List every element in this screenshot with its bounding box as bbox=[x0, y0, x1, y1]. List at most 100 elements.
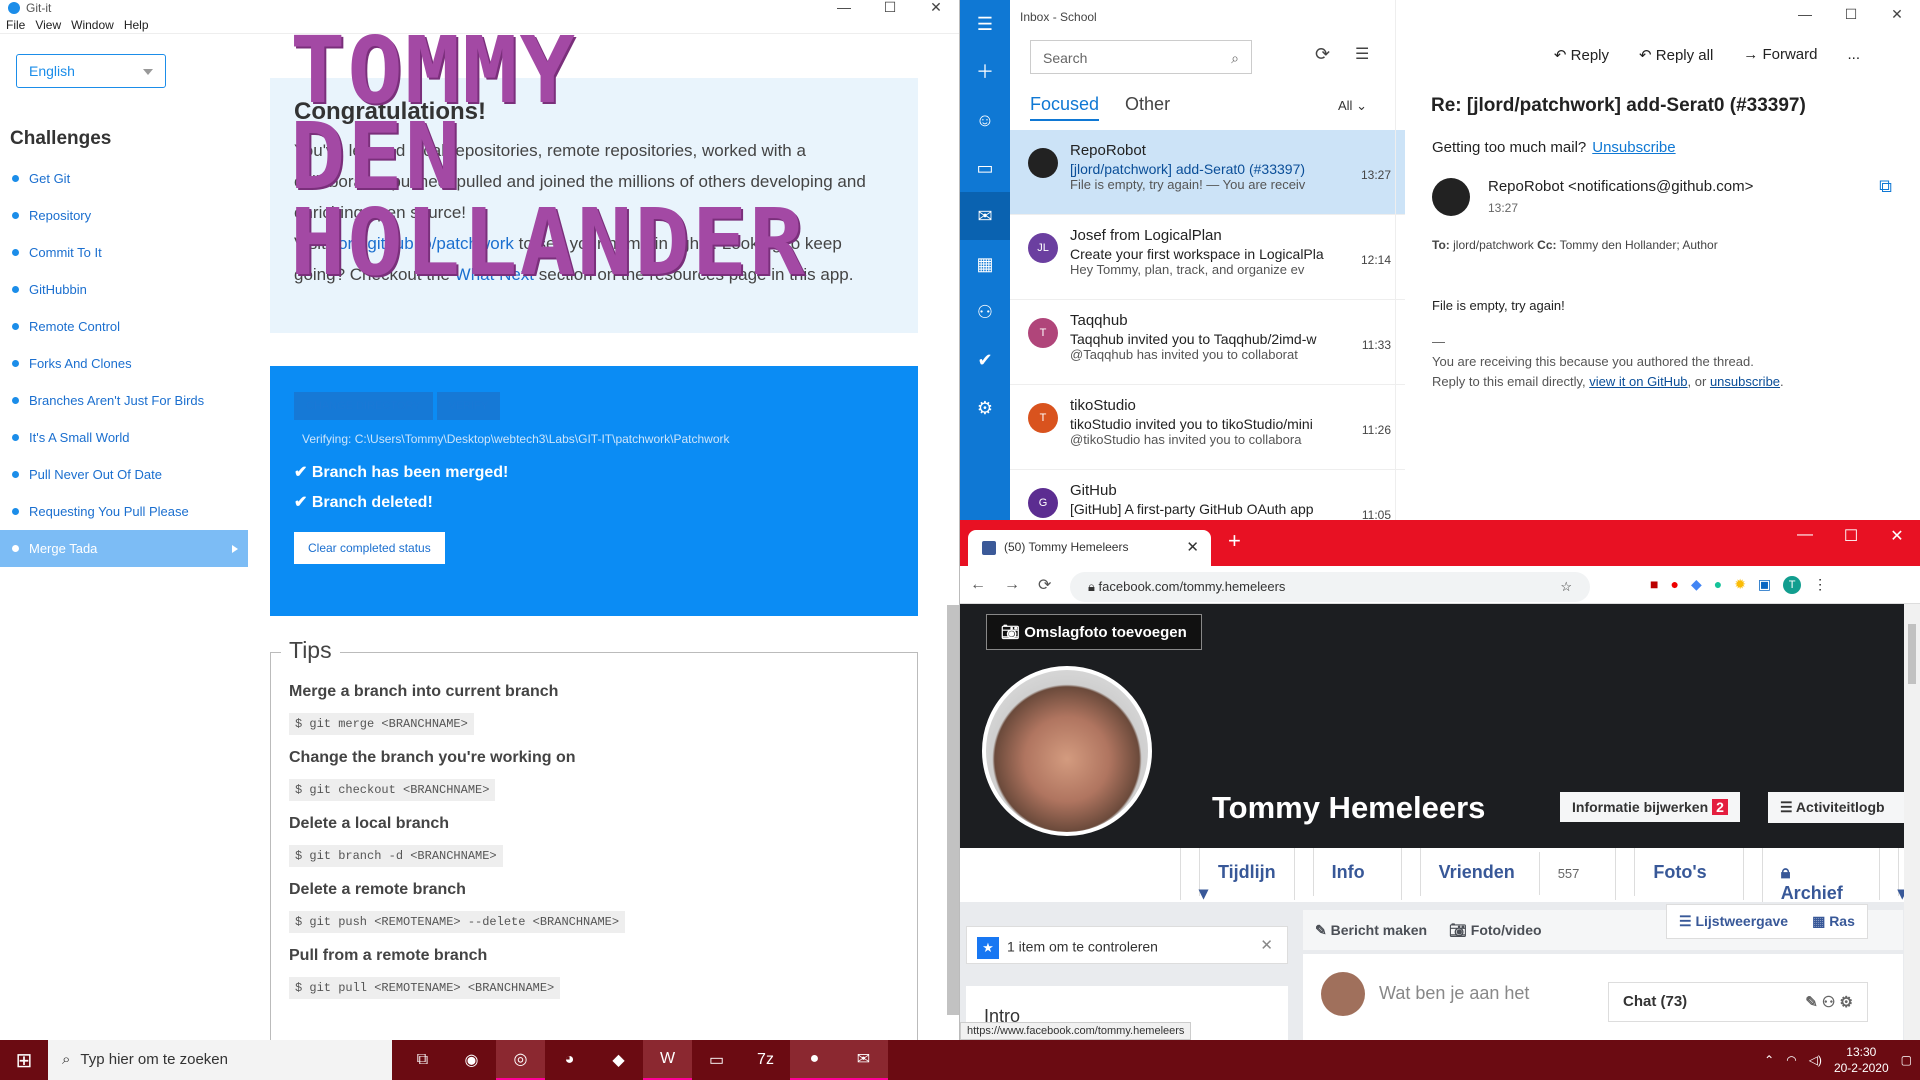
close-button[interactable]: ✕ bbox=[1874, 526, 1920, 546]
language-select[interactable]: English bbox=[16, 54, 166, 88]
sidebar-item-branches[interactable]: Branches Aren't Just For Birds bbox=[0, 382, 250, 419]
new-mail-icon[interactable]: ＋ bbox=[960, 48, 1010, 96]
address-bar[interactable]: 🔒︎ facebook.com/tommy.hemeleers ☆ bbox=[1070, 572, 1590, 602]
menu-help[interactable]: Help bbox=[124, 18, 149, 32]
sidebar-item-small-world[interactable]: It's A Small World bbox=[0, 419, 250, 456]
sidebar-item-forks-and-clones[interactable]: Forks And Clones bbox=[0, 345, 250, 382]
menu-file[interactable]: File bbox=[6, 18, 25, 32]
verify-button[interactable]: VERIFY bbox=[436, 392, 501, 420]
mail-icon[interactable]: ✉ bbox=[839, 1040, 888, 1080]
tab-timeline[interactable]: Tijdlijn ▾ bbox=[1180, 848, 1294, 917]
maximize-button[interactable]: ☐ bbox=[867, 0, 913, 14]
filter-dropdown[interactable]: All ⌄ bbox=[1338, 98, 1367, 114]
tab-other[interactable]: Other bbox=[1125, 94, 1170, 121]
extension-icon[interactable]: ■ bbox=[1650, 576, 1658, 594]
7zip-icon[interactable]: 7z bbox=[741, 1040, 790, 1080]
clock[interactable]: 13:30 20-2-2020 bbox=[1834, 1044, 1889, 1076]
back-icon[interactable]: ← bbox=[970, 576, 986, 594]
sidebar-item-requesting-pull[interactable]: Requesting You Pull Please bbox=[0, 493, 250, 530]
network-icon[interactable]: ◠ bbox=[1786, 1053, 1796, 1067]
sidebar-item-repository[interactable]: Repository bbox=[0, 197, 250, 234]
reply-button[interactable]: ↶ Reply bbox=[1554, 46, 1609, 64]
windows-start-icon[interactable]: ⊞ bbox=[0, 1040, 48, 1080]
extension-icon[interactable]: ✹ bbox=[1734, 576, 1746, 594]
tab-info[interactable]: Info bbox=[1293, 848, 1401, 900]
chat-options-icon[interactable]: ✎ ⚇ ⚙ bbox=[1805, 993, 1853, 1011]
volume-icon[interactable]: ◁) bbox=[1809, 1053, 1822, 1067]
message-item[interactable]: RepoRobot [jlord/patchwork] add-Serat0 (… bbox=[1010, 130, 1405, 215]
select-icon[interactable]: ☰ bbox=[1355, 44, 1369, 64]
sidebar-item-commit-to-it[interactable]: Commit To It bbox=[0, 234, 250, 271]
unsubscribe-link[interactable]: Unsubscribe bbox=[1592, 139, 1675, 156]
folder-icon[interactable]: ▭ bbox=[960, 144, 1010, 192]
page-scrollbar[interactable] bbox=[1904, 604, 1920, 1040]
notification-icon[interactable]: ▢ bbox=[1901, 1053, 1912, 1067]
settings-icon[interactable]: ⚙ bbox=[960, 384, 1010, 432]
change-directory-button[interactable]: CHANGE DIRECTORY bbox=[294, 392, 433, 420]
calendar-icon[interactable]: ▦ bbox=[960, 240, 1010, 288]
more-button[interactable]: ... bbox=[1847, 46, 1860, 64]
photo-video-button[interactable]: 📷︎ Foto/video bbox=[1449, 922, 1541, 938]
clear-status-button[interactable]: Clear completed status bbox=[294, 532, 445, 564]
forward-button[interactable]: → Forward bbox=[1743, 46, 1817, 64]
list-view-button[interactable]: ☰ Lijstweergave bbox=[1679, 913, 1788, 930]
review-notice[interactable]: ★ 1 item om te controleren ✕ bbox=[966, 926, 1288, 964]
menu-icon[interactable]: ⋮ bbox=[1813, 576, 1827, 594]
close-button[interactable]: ✕ bbox=[1874, 6, 1920, 23]
tab-friends[interactable]: Vrienden 557 bbox=[1400, 848, 1616, 900]
taskbar-search[interactable]: ⌕ Typ hier om te zoeken bbox=[48, 1040, 392, 1080]
extension-icon[interactable]: ▣ bbox=[1758, 576, 1771, 594]
todo-icon[interactable]: ✔ bbox=[960, 336, 1010, 384]
menu-window[interactable]: Window bbox=[71, 18, 114, 32]
app-icon[interactable]: ◉ bbox=[447, 1040, 496, 1080]
minimize-button[interactable]: — bbox=[821, 0, 867, 14]
tab-photos[interactable]: Foto's bbox=[1615, 848, 1742, 900]
sidebar-item-pull-never-out-of-date[interactable]: Pull Never Out Of Date bbox=[0, 456, 250, 493]
create-post-button[interactable]: ✎ Bericht maken bbox=[1315, 922, 1427, 938]
grammarly-icon[interactable]: ● bbox=[1714, 576, 1722, 594]
message-item[interactable]: T tikoStudio tikoStudio invited you to t… bbox=[1010, 385, 1405, 470]
activity-log-button[interactable]: ☰ Activiteitlogb bbox=[1768, 792, 1908, 823]
translate-icon[interactable]: ◆ bbox=[1691, 576, 1702, 594]
add-cover-button[interactable]: 📷︎ Omslagfoto toevoegen bbox=[986, 614, 1202, 650]
close-button[interactable]: ✕ bbox=[913, 0, 959, 14]
vscode-icon[interactable]: ◆ bbox=[594, 1040, 643, 1080]
sidebar-item-githubbin[interactable]: GitHubbin bbox=[0, 271, 250, 308]
task-view-icon[interactable]: ⧉ bbox=[398, 1040, 447, 1080]
star-icon[interactable]: ☆ bbox=[1560, 579, 1572, 595]
tab-archive[interactable]: 🔒︎ Archief bbox=[1742, 848, 1879, 917]
view-on-github-link[interactable]: view it on GitHub bbox=[1589, 374, 1687, 389]
footer-unsubscribe-link[interactable]: unsubscribe bbox=[1710, 374, 1780, 389]
minimize-button[interactable]: — bbox=[1782, 6, 1828, 23]
minimize-button[interactable]: — bbox=[1782, 526, 1828, 546]
mail-icon[interactable]: ✉ bbox=[960, 192, 1010, 240]
file-explorer-icon[interactable]: ▭ bbox=[692, 1040, 741, 1080]
reply-all-button[interactable]: ↶ Reply all bbox=[1639, 46, 1713, 64]
maximize-button[interactable]: ☐ bbox=[1828, 526, 1874, 546]
new-tab-button[interactable]: + bbox=[1228, 528, 1241, 554]
discord-icon[interactable]: ◕ bbox=[545, 1040, 594, 1080]
people-icon[interactable]: ⚇ bbox=[960, 288, 1010, 336]
close-icon[interactable]: ✕ bbox=[1260, 936, 1273, 954]
maximize-button[interactable]: ☐ bbox=[1828, 6, 1874, 23]
show-hidden-icon[interactable]: ⌃ bbox=[1764, 1053, 1774, 1067]
account-icon[interactable]: ☺ bbox=[960, 96, 1010, 144]
sidebar-item-remote-control[interactable]: Remote Control bbox=[0, 308, 250, 345]
sidebar-item-merge-tada[interactable]: Merge Tada bbox=[0, 530, 248, 567]
gitit-scrollbar[interactable] bbox=[944, 40, 959, 1040]
grid-view-button[interactable]: ▦ Ras bbox=[1812, 913, 1855, 930]
sync-icon[interactable]: ⟳ bbox=[1315, 44, 1330, 65]
update-info-button[interactable]: Informatie bijwerken 2 bbox=[1560, 792, 1740, 822]
message-item[interactable]: T Taqqhub Taqqhub invited you to Taqqhub… bbox=[1010, 300, 1405, 385]
message-item[interactable]: G GitHub [GitHub] A first-party GitHub O… bbox=[1010, 470, 1405, 520]
profile-avatar[interactable]: T bbox=[1783, 576, 1802, 594]
scrollbar-thumb[interactable] bbox=[947, 605, 959, 1015]
profile-picture[interactable] bbox=[982, 666, 1152, 836]
scrollbar-thumb[interactable] bbox=[1908, 624, 1916, 684]
hamburger-icon[interactable]: ☰ bbox=[960, 0, 1010, 48]
close-tab-icon[interactable]: ✕ bbox=[1186, 538, 1199, 556]
reload-icon[interactable]: ⟳ bbox=[1038, 575, 1051, 595]
mail-search-input[interactable]: Search ⌕ bbox=[1030, 40, 1252, 74]
message-item[interactable]: JL Josef from LogicalPlan Create your fi… bbox=[1010, 215, 1405, 300]
gitit-icon[interactable]: ● bbox=[790, 1040, 839, 1080]
